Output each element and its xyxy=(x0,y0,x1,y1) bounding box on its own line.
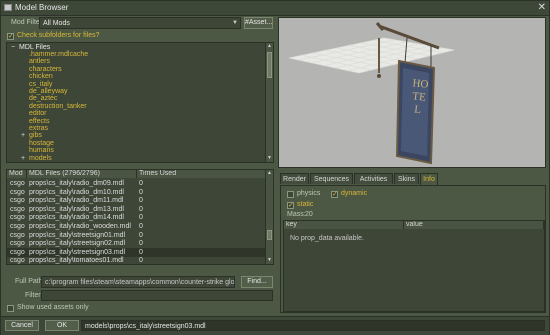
tree-folder-item[interactable]: editor xyxy=(29,110,47,117)
check-icon: ✓ xyxy=(8,33,14,40)
col-header-value[interactable]: value xyxy=(404,221,544,229)
tree-scroll-thumb[interactable] xyxy=(267,52,272,78)
prop-data-table[interactable]: key value No prop_data available. xyxy=(283,220,545,312)
cancel-button[interactable]: Cancel xyxy=(5,320,39,331)
col-header-mod[interactable]: Mod xyxy=(7,170,27,178)
tree-folder-item[interactable]: models xyxy=(29,155,52,162)
dynamic-checkbox[interactable]: ✓ xyxy=(331,191,338,198)
physics-checkbox[interactable] xyxy=(287,191,294,198)
bottom-bar: Cancel OK models\props\cs_italy\streetsi… xyxy=(1,316,549,335)
static-label: static xyxy=(297,201,314,208)
mod-filter-label: Mod Filter xyxy=(11,19,43,26)
model-browser-window: Model Browser ✕ Mod Filter All Mods ▼ #A… xyxy=(0,0,550,335)
scroll-down-icon[interactable]: ▼ xyxy=(266,155,273,162)
subfolders-checkbox[interactable]: ✓ xyxy=(7,33,14,40)
filter-input[interactable] xyxy=(41,290,273,301)
tree-folder-item[interactable]: de_aztec xyxy=(29,95,57,102)
find-button[interactable]: Find... xyxy=(241,276,273,288)
show-used-checkbox[interactable] xyxy=(7,305,14,312)
file-list-scrollbar[interactable]: ▲ ▼ xyxy=(265,170,273,264)
mass-label: Mass: xyxy=(287,211,306,218)
file-row[interactable]: csgo props\cs_italy\tomatoes01.mdl 0 xyxy=(7,256,267,265)
show-used-label: Show used assets only xyxy=(17,304,89,311)
full-path-label: Full Path xyxy=(15,278,43,285)
info-panel: physics ✓ dynamic ✓ static Mass: 20 key … xyxy=(280,185,546,313)
title-bar: Model Browser ✕ xyxy=(1,1,549,16)
check-icon: ✓ xyxy=(288,202,294,209)
selected-model-path[interactable]: models\props\cs_italy\streetsign03.mdl xyxy=(81,320,545,331)
row-times-used: 0 xyxy=(139,257,143,265)
full-path-field[interactable]: c:\program files\steam\steamapps\common\… xyxy=(41,276,235,288)
preview-tabs: Render Sequences Activities Skins Info xyxy=(280,173,546,185)
file-list-scroll-thumb[interactable] xyxy=(267,230,272,240)
tree-folder-item[interactable]: chicken xyxy=(29,73,53,80)
tree-root[interactable]: MDL Files xyxy=(19,44,50,51)
tree-expand-icon[interactable]: + xyxy=(21,132,25,139)
tab-activities[interactable]: Activities xyxy=(354,173,393,184)
row-file: props\cs_italy\tomatoes01.mdl xyxy=(29,257,124,265)
file-list[interactable]: Mod MDL Files (2796/2796) Times Used csg… xyxy=(6,169,274,265)
tree-folder-item[interactable]: .hammer.mdlcache xyxy=(29,51,88,58)
col-header-times-used[interactable]: Times Used xyxy=(137,170,267,178)
filter-label: Filter xyxy=(25,292,41,299)
model-preview-viewport[interactable]: HOTEL xyxy=(278,17,546,168)
tree-scrollbar[interactable]: ▲ ▼ xyxy=(265,43,273,162)
tree-folder-item[interactable]: humans xyxy=(29,147,54,154)
folder-tree[interactable]: − MDL Files .hammer.mdlcache antlers chara… xyxy=(6,42,274,163)
subfolders-label: Check subfolders for files? xyxy=(17,32,100,39)
col-header-key[interactable]: key xyxy=(284,221,404,229)
col-header-file[interactable]: MDL Files (2796/2796) xyxy=(27,170,137,178)
ok-button[interactable]: OK xyxy=(45,320,79,331)
hotel-sign-text: HOTEL xyxy=(411,77,429,117)
window-title: Model Browser xyxy=(15,3,69,12)
tree-folder-item[interactable]: cs_italy xyxy=(29,81,52,88)
tree-expand-icon[interactable]: + xyxy=(21,155,25,162)
tree-folder-item[interactable]: gibs xyxy=(29,132,42,139)
tab-render[interactable]: Render xyxy=(280,173,309,184)
chevron-down-icon: ▼ xyxy=(232,20,238,26)
tab-skins[interactable]: Skins xyxy=(394,173,419,184)
static-checkbox[interactable]: ✓ xyxy=(287,202,294,209)
mod-filter-dropdown[interactable]: All Mods ▼ xyxy=(39,17,241,29)
mass-value: 20 xyxy=(305,211,313,218)
tree-root-expand[interactable]: − xyxy=(11,44,15,51)
tab-info[interactable]: Info xyxy=(420,173,438,185)
close-icon[interactable]: ✕ xyxy=(538,2,546,14)
app-icon xyxy=(4,4,12,11)
tree-folder-item[interactable]: characters xyxy=(29,66,62,73)
tree-folder-item[interactable]: de_alleyway xyxy=(29,88,68,95)
tree-folder-item[interactable]: effects xyxy=(29,118,50,125)
empty-message: No prop_data available. xyxy=(290,235,364,242)
tree-folder-item[interactable]: extras xyxy=(29,125,48,132)
physics-label: physics xyxy=(297,190,321,197)
scroll-up-icon[interactable]: ▲ xyxy=(266,170,273,177)
asset-button[interactable]: #Asset... xyxy=(244,17,273,29)
mod-filter-value: All Mods xyxy=(43,20,70,27)
tree-folder-item[interactable]: hostage xyxy=(29,140,54,147)
row-mod: csgo xyxy=(10,257,25,265)
scroll-down-icon[interactable]: ▼ xyxy=(266,257,273,264)
tree-folder-item[interactable]: destruction_tanker xyxy=(29,103,87,110)
tab-sequences[interactable]: Sequences xyxy=(310,173,353,184)
check-icon: ✓ xyxy=(332,191,338,198)
dynamic-label: dynamic xyxy=(341,190,368,197)
scroll-up-icon[interactable]: ▲ xyxy=(266,43,273,50)
tree-folder-item[interactable]: antlers xyxy=(29,58,50,65)
